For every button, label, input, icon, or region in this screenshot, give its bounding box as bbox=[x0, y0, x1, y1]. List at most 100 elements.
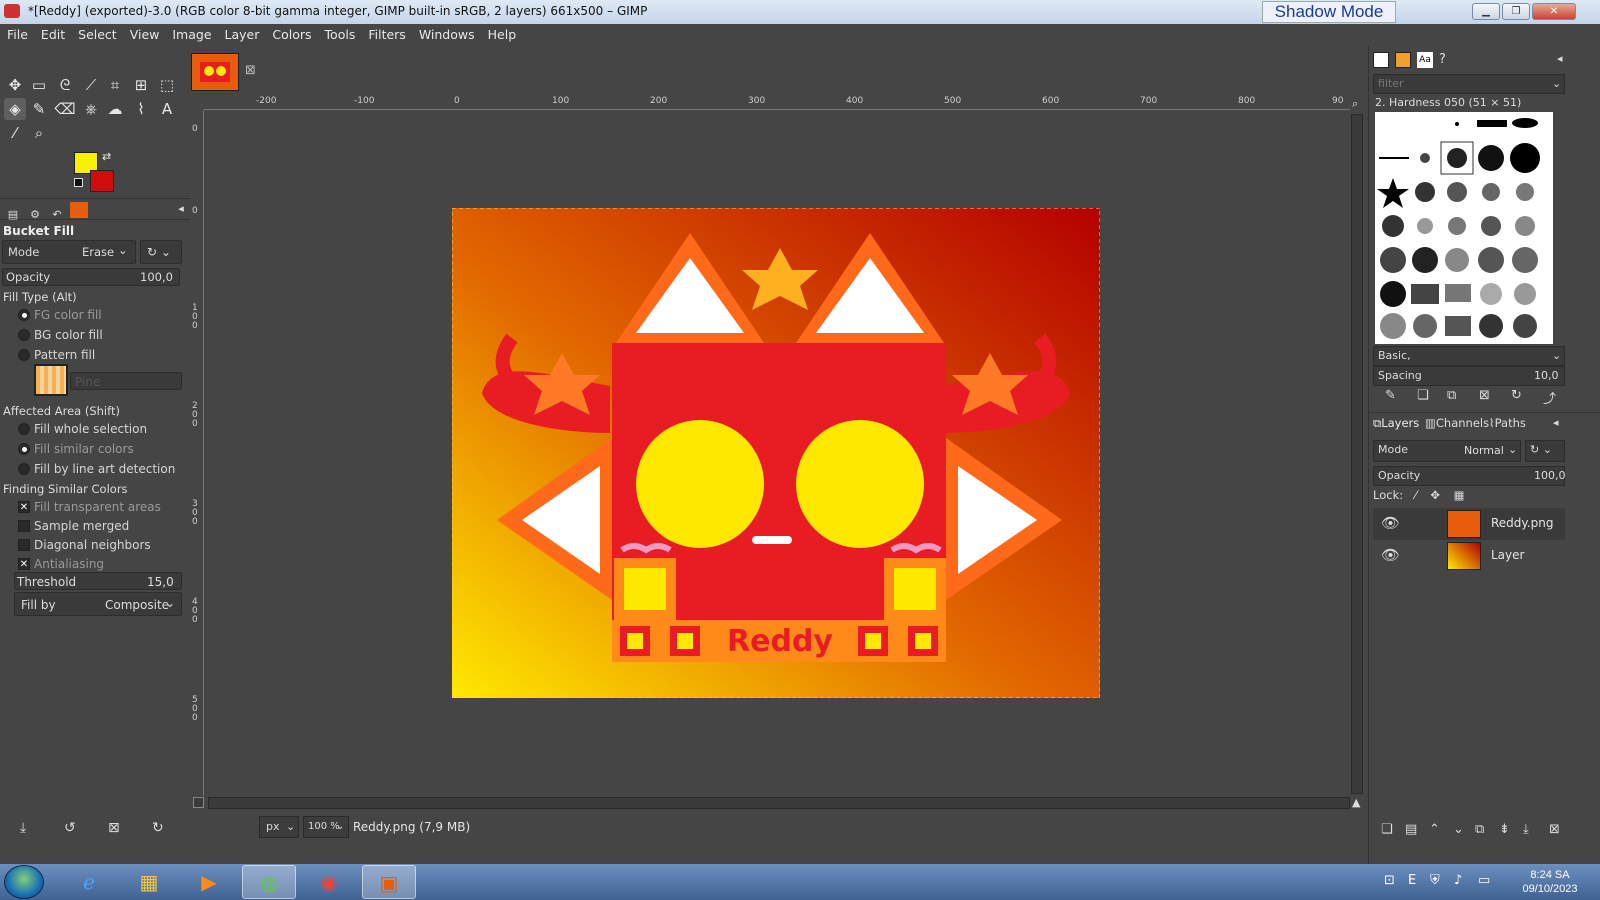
menu-view[interactable]: View bbox=[123, 24, 166, 42]
lock-pixels-icon[interactable]: ⁄ bbox=[1415, 488, 1417, 502]
close-image-tab-icon[interactable]: ⊠ bbox=[245, 63, 256, 78]
menu-colors[interactable]: Colors bbox=[265, 24, 317, 42]
merge-layer-icon[interactable]: ⤓ bbox=[1523, 822, 1529, 837]
clone-tool-icon[interactable]: ⎈ bbox=[80, 98, 102, 120]
fill-whole-selection-radio[interactable] bbox=[18, 423, 30, 435]
security-tray-icon[interactable]: ⛨ bbox=[1430, 873, 1440, 888]
undo-history-tab-icon[interactable]: ↶ bbox=[48, 208, 66, 224]
menu-tools[interactable]: Tools bbox=[318, 24, 362, 42]
menu-filters[interactable]: Filters bbox=[361, 24, 411, 42]
network-icon[interactable]: ▭ bbox=[1478, 873, 1490, 888]
help-tab-icon[interactable]: ? bbox=[1439, 52, 1446, 67]
text-tool-icon[interactable]: A bbox=[156, 98, 178, 120]
restore-options-icon[interactable]: ↺ bbox=[64, 820, 76, 836]
menu-edit[interactable]: Edit bbox=[34, 24, 71, 42]
fill-line-art-radio[interactable] bbox=[18, 463, 30, 475]
layer-row[interactable]: 👁 Layer bbox=[1373, 540, 1565, 572]
fill-similar-colors-radio[interactable] bbox=[18, 443, 30, 455]
eraser-tool-icon[interactable]: ⌫ bbox=[54, 98, 76, 120]
fuzzy-select-tool-icon[interactable]: ⟋ bbox=[80, 74, 102, 96]
unified-transform-tool-icon[interactable]: ⊞ bbox=[130, 74, 152, 96]
fill-transparent-checkbox[interactable]: ✕ bbox=[18, 501, 30, 513]
horizontal-scrollbar[interactable] bbox=[208, 797, 1350, 809]
menu-layer[interactable]: Layer bbox=[218, 24, 266, 42]
panel-menu-icon[interactable]: ◂ bbox=[1553, 416, 1559, 429]
maximize-button[interactable]: ❐ bbox=[1502, 3, 1530, 20]
spacing-slider[interactable]: Spacing 10,0 bbox=[1373, 366, 1565, 386]
layer-mode-reset-button[interactable]: ↻ ⌄ bbox=[1525, 440, 1565, 462]
brush-grid[interactable] bbox=[1375, 112, 1553, 344]
mode-reset-button[interactable]: ↻ ⌄ bbox=[140, 240, 182, 264]
new-brush-icon[interactable]: ❏ bbox=[1417, 388, 1429, 403]
anchor-layer-icon[interactable]: ⇟ bbox=[1499, 822, 1510, 837]
visibility-eye-icon[interactable]: 👁 bbox=[1381, 514, 1400, 532]
paintbrush-tool-icon[interactable]: ✎ bbox=[28, 98, 50, 120]
background-color-swatch[interactable] bbox=[90, 170, 114, 192]
fonts-tab-icon[interactable]: Aa bbox=[1417, 52, 1433, 68]
diagonal-neighbors-checkbox[interactable] bbox=[18, 539, 30, 551]
smudge-tool-icon[interactable]: ☁ bbox=[104, 98, 126, 120]
clock[interactable]: 8:24 SA 09/10/2023 bbox=[1512, 868, 1588, 896]
keyboard-tray-icon[interactable]: E bbox=[1408, 873, 1416, 888]
patterns-tab-icon[interactable] bbox=[1395, 52, 1411, 68]
edit-brush-icon[interactable]: ✎ bbox=[1385, 388, 1396, 403]
crop-tool-icon[interactable]: ⌗ bbox=[104, 74, 126, 96]
fill-by-dropdown[interactable]: Fill by Composite ⌄ bbox=[14, 592, 182, 616]
unit-dropdown[interactable]: px ⌄ bbox=[259, 816, 299, 838]
reset-colors-icon[interactable] bbox=[74, 178, 83, 187]
opacity-slider[interactable]: Opacity 100,0 bbox=[2, 268, 180, 286]
images-tab-icon[interactable] bbox=[70, 202, 88, 218]
duplicate-layer-icon[interactable]: ⧉ bbox=[1475, 822, 1484, 837]
rect-select-tool-icon[interactable]: ▭ bbox=[28, 74, 50, 96]
lasso-tool-icon[interactable]: ᘓ bbox=[54, 74, 76, 96]
start-button[interactable] bbox=[4, 865, 44, 899]
new-layer-group-icon[interactable]: ▤ bbox=[1405, 822, 1417, 837]
brush-preset-dropdown[interactable]: Basic, ⌄ bbox=[1373, 346, 1565, 366]
layer-mode-dropdown[interactable]: Mode Normal ⌄ bbox=[1373, 440, 1521, 462]
panel-menu-icon[interactable]: ◂ bbox=[172, 202, 190, 218]
horizontal-ruler[interactable]: -200 -100 0 100 200 300 400 500 600 700 … bbox=[204, 96, 1350, 110]
new-layer-icon[interactable]: ❏ bbox=[1381, 822, 1393, 837]
media-player-icon[interactable]: ▶ bbox=[182, 865, 236, 899]
user-tray-icon[interactable]: ⊡ bbox=[1384, 873, 1395, 888]
tab-channels[interactable]: ▥Channels bbox=[1425, 416, 1489, 430]
quick-mask-toggle[interactable] bbox=[193, 797, 204, 808]
visibility-eye-icon[interactable]: 👁 bbox=[1381, 546, 1400, 564]
reset-options-icon[interactable]: ↻ bbox=[152, 820, 164, 836]
layer-row[interactable]: 👁 Reddy.png bbox=[1373, 508, 1565, 540]
warp-tool-icon[interactable]: ⬚ bbox=[156, 74, 178, 96]
minimize-button[interactable]: ▁ bbox=[1472, 3, 1500, 20]
layer-opacity-slider[interactable]: Opacity 100,0 bbox=[1373, 466, 1566, 486]
chrome-icon[interactable]: ◉ bbox=[302, 865, 356, 899]
menu-select[interactable]: Select bbox=[71, 24, 123, 42]
image-tab-thumbnail[interactable] bbox=[191, 53, 239, 91]
pattern-fill-radio[interactable] bbox=[18, 349, 30, 361]
close-button[interactable]: ✕ bbox=[1532, 3, 1576, 20]
tab-paths[interactable]: ⌇Paths bbox=[1489, 416, 1526, 430]
device-status-tab-icon[interactable]: ⚙ bbox=[26, 208, 44, 224]
zoom-dropdown[interactable]: 100 % ⌄ bbox=[303, 816, 349, 838]
tab-layers[interactable]: ⧉Layers bbox=[1373, 416, 1419, 431]
lower-layer-icon[interactable]: ⌄ bbox=[1453, 822, 1464, 837]
zoom-lock-icon[interactable]: ⌕ bbox=[1352, 97, 1358, 111]
save-options-icon[interactable]: ⤓ bbox=[20, 820, 26, 836]
color-picker-tool-icon[interactable]: ⁄ bbox=[4, 122, 26, 144]
navigate-icon[interactable]: ▲ bbox=[1352, 796, 1360, 809]
refresh-brushes-icon[interactable]: ↻ bbox=[1511, 388, 1522, 403]
lock-alpha-icon[interactable]: ▦ bbox=[1454, 488, 1465, 502]
delete-layer-icon[interactable]: ⊠ bbox=[1549, 822, 1560, 837]
brushes-tab-icon[interactable] bbox=[1373, 52, 1389, 68]
gimp-taskbar-icon[interactable]: ▣ bbox=[362, 865, 416, 899]
pattern-name-field[interactable]: Pine bbox=[70, 372, 182, 390]
swap-colors-icon[interactable]: ⇄ bbox=[102, 150, 111, 163]
menu-windows[interactable]: Windows bbox=[412, 24, 481, 42]
threshold-slider[interactable]: Threshold 15,0 bbox=[14, 572, 182, 590]
lock-position-icon[interactable]: ✥ bbox=[1430, 488, 1440, 502]
delete-brush-icon[interactable]: ⊠ bbox=[1479, 388, 1490, 403]
volume-icon[interactable]: ♪ bbox=[1454, 873, 1462, 888]
bg-fill-radio[interactable] bbox=[18, 329, 30, 341]
brush-filter-input[interactable]: filter ⌄ bbox=[1373, 74, 1565, 94]
internet-explorer-icon[interactable]: ℯ bbox=[62, 865, 116, 899]
duplicate-brush-icon[interactable]: ⧉ bbox=[1447, 388, 1456, 403]
antialiasing-checkbox[interactable]: ✕ bbox=[18, 558, 30, 570]
